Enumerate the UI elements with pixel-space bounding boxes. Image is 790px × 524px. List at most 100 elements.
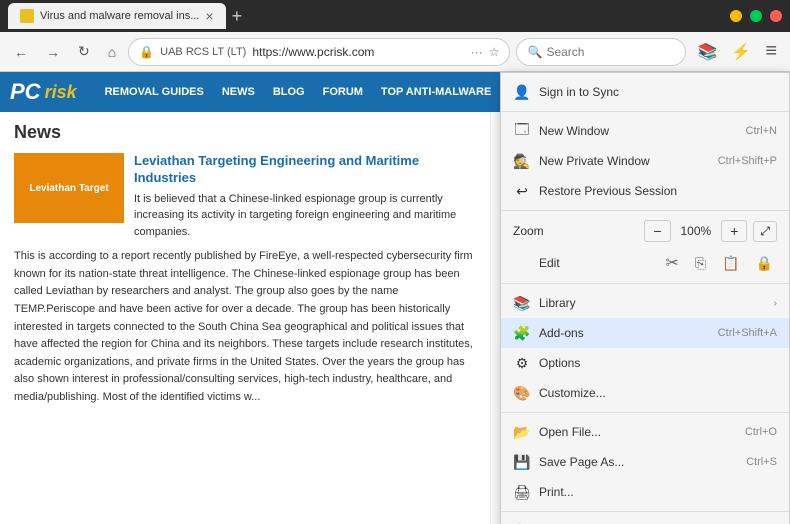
nav-forum[interactable]: FORUM bbox=[315, 82, 371, 102]
customize-icon: 🎨 bbox=[513, 384, 531, 402]
library-button[interactable]: 📚 bbox=[692, 39, 722, 65]
bookmark-icon[interactable]: ☆ bbox=[489, 45, 500, 59]
addons-icon: 🧩 bbox=[513, 324, 531, 342]
nav-bar: ← → ↻ ⌂ 🔒 UAB RCS LT (LT) https://www.pc… bbox=[0, 32, 790, 72]
new-window-label: New Window bbox=[539, 124, 738, 138]
article-headline[interactable]: Leviathan Targeting Engineering and Mari… bbox=[134, 153, 476, 187]
menu-customize[interactable]: 🎨 Customize... bbox=[501, 378, 789, 408]
menu-options[interactable]: ⚙ Options bbox=[501, 348, 789, 378]
restore-icon: ↩ bbox=[513, 182, 531, 200]
new-tab-button[interactable]: + bbox=[232, 6, 243, 27]
address-bar-icons: ··· ☆ bbox=[471, 45, 500, 59]
window-controls bbox=[730, 10, 782, 22]
menu-section-file: 📂 Open File... Ctrl+O 💾 Save Page As... … bbox=[501, 413, 789, 512]
ssl-lock-icon: 🔒 bbox=[139, 45, 154, 59]
tab-close-button[interactable]: × bbox=[205, 8, 213, 24]
nav-top-anti-malware[interactable]: TOP ANTI-MALWARE bbox=[373, 82, 499, 102]
paste-icon[interactable]: 📋 bbox=[722, 255, 739, 272]
zoom-value: 100% bbox=[681, 224, 712, 238]
minimize-button[interactable] bbox=[730, 10, 742, 22]
save-page-shortcut: Ctrl+S bbox=[746, 456, 777, 468]
new-private-label: New Private Window bbox=[539, 154, 710, 168]
menu-section-sync: 👤 Sign in to Sync bbox=[501, 73, 789, 112]
menu-save-page[interactable]: 💾 Save Page As... Ctrl+S bbox=[501, 447, 789, 477]
tab-title: Virus and malware removal ins... bbox=[40, 10, 199, 22]
search-input[interactable] bbox=[546, 45, 675, 59]
print-label: Print... bbox=[539, 485, 777, 499]
article-body: This is according to a report recently p… bbox=[14, 248, 476, 406]
menu-section-zoom-edit: Zoom − 100% + ⤢ Edit ✂ ⎘ 📋 🔒 bbox=[501, 211, 789, 284]
zoom-plus-button[interactable]: + bbox=[721, 220, 747, 242]
main-article: Leviathan Target Leviathan Targeting Eng… bbox=[14, 153, 476, 407]
nav-news[interactable]: NEWS bbox=[214, 82, 263, 102]
overflow-icon[interactable]: ··· bbox=[471, 45, 483, 59]
thumb-label: Leviathan Target bbox=[25, 179, 112, 198]
browser-tab[interactable]: Virus and malware removal ins... × bbox=[8, 3, 226, 29]
save-icon: 💾 bbox=[513, 453, 531, 471]
zoom-minus-button[interactable]: − bbox=[644, 220, 670, 242]
sign-in-label: Sign in to Sync bbox=[539, 85, 777, 99]
content-area: News Leviathan Target Leviathan Targetin… bbox=[0, 112, 490, 524]
private-window-icon: 🕵 bbox=[513, 152, 531, 170]
menu-button[interactable]: ≡ bbox=[760, 37, 782, 66]
zoom-fullscreen-button[interactable]: ⤢ bbox=[753, 221, 777, 242]
nav-blog[interactable]: BLOG bbox=[265, 82, 313, 102]
title-bar: Virus and malware removal ins... × + bbox=[0, 0, 790, 32]
address-bar[interactable]: 🔒 UAB RCS LT (LT) https://www.pcrisk.com… bbox=[128, 38, 510, 66]
library-label: Library bbox=[539, 296, 766, 310]
firefox-menu: 👤 Sign in to Sync 🗔 New Window Ctrl+N 🕵 … bbox=[500, 72, 790, 524]
save-page-label: Save Page As... bbox=[539, 455, 738, 469]
addons-shortcut: Ctrl+Shift+A bbox=[718, 327, 777, 339]
edit-icon bbox=[513, 254, 531, 272]
menu-open-file[interactable]: 📂 Open File... Ctrl+O bbox=[501, 417, 789, 447]
open-file-shortcut: Ctrl+O bbox=[745, 426, 777, 438]
library-icon: 📚 bbox=[513, 294, 531, 312]
menu-section-library: 📚 Library › 🧩 Add-ons Ctrl+Shift+A ⚙ Opt… bbox=[501, 284, 789, 413]
restore-label: Restore Previous Session bbox=[539, 184, 777, 198]
site-logo[interactable]: PC risk bbox=[10, 79, 77, 105]
close-window-button[interactable] bbox=[770, 10, 782, 22]
menu-edit: Edit ✂ ⎘ 📋 🔒 bbox=[501, 247, 789, 279]
home-button[interactable]: ⌂ bbox=[102, 40, 122, 64]
lock-icon: 🔒 bbox=[756, 255, 773, 272]
nav-right-icons: 📚 ⚡ ≡ bbox=[692, 37, 782, 66]
menu-sign-in[interactable]: 👤 Sign in to Sync bbox=[501, 77, 789, 107]
org-name: UAB RCS LT (LT) bbox=[160, 46, 246, 58]
open-file-icon: 📂 bbox=[513, 423, 531, 441]
nav-removal-guides[interactable]: REMOVAL GUIDES bbox=[97, 82, 212, 102]
menu-section-find: 🔍 Find in This Page... Ctrl+F ⋯ More › ⌨… bbox=[501, 512, 789, 524]
options-label: Options bbox=[539, 356, 777, 370]
url-text: https://www.pcrisk.com bbox=[252, 45, 464, 59]
menu-section-windows: 🗔 New Window Ctrl+N 🕵 New Private Window… bbox=[501, 112, 789, 211]
menu-addons[interactable]: 🧩 Add-ons Ctrl+Shift+A bbox=[501, 318, 789, 348]
menu-new-private[interactable]: 🕵 New Private Window Ctrl+Shift+P bbox=[501, 146, 789, 176]
library-arrow: › bbox=[774, 298, 777, 309]
article-thumbnail[interactable]: Leviathan Target bbox=[14, 153, 124, 223]
addons-label: Add-ons bbox=[539, 326, 710, 340]
new-window-icon: 🗔 bbox=[513, 122, 531, 140]
customize-label: Customize... bbox=[539, 386, 777, 400]
tab-favicon bbox=[20, 9, 34, 23]
back-button[interactable]: ← bbox=[8, 40, 34, 64]
menu-library[interactable]: 📚 Library › bbox=[501, 288, 789, 318]
maximize-button[interactable] bbox=[750, 10, 762, 22]
cut-icon[interactable]: ✂ bbox=[666, 253, 679, 273]
edit-label: Edit bbox=[539, 256, 654, 270]
reload-button[interactable]: ↻ bbox=[72, 39, 96, 64]
new-window-shortcut: Ctrl+N bbox=[746, 125, 777, 137]
new-private-shortcut: Ctrl+Shift+P bbox=[718, 155, 777, 167]
menu-find[interactable]: 🔍 Find in This Page... Ctrl+F bbox=[501, 516, 789, 524]
logo-risk: risk bbox=[45, 82, 77, 103]
logo-pc: PC bbox=[10, 79, 41, 105]
copy-icon[interactable]: ⎘ bbox=[695, 255, 706, 272]
article-snippet: It is believed that a Chinese-linked esp… bbox=[134, 191, 476, 241]
forward-button[interactable]: → bbox=[40, 40, 66, 64]
options-icon: ⚙ bbox=[513, 354, 531, 372]
print-icon: 🖨 bbox=[513, 483, 531, 501]
menu-restore-session[interactable]: ↩ Restore Previous Session bbox=[501, 176, 789, 206]
search-box[interactable]: 🔍 bbox=[516, 38, 686, 66]
menu-new-window[interactable]: 🗔 New Window Ctrl+N bbox=[501, 116, 789, 146]
zoom-control: Zoom − 100% + ⤢ bbox=[501, 215, 789, 247]
menu-print[interactable]: 🖨 Print... bbox=[501, 477, 789, 507]
sync-button[interactable]: ⚡ bbox=[726, 39, 756, 65]
